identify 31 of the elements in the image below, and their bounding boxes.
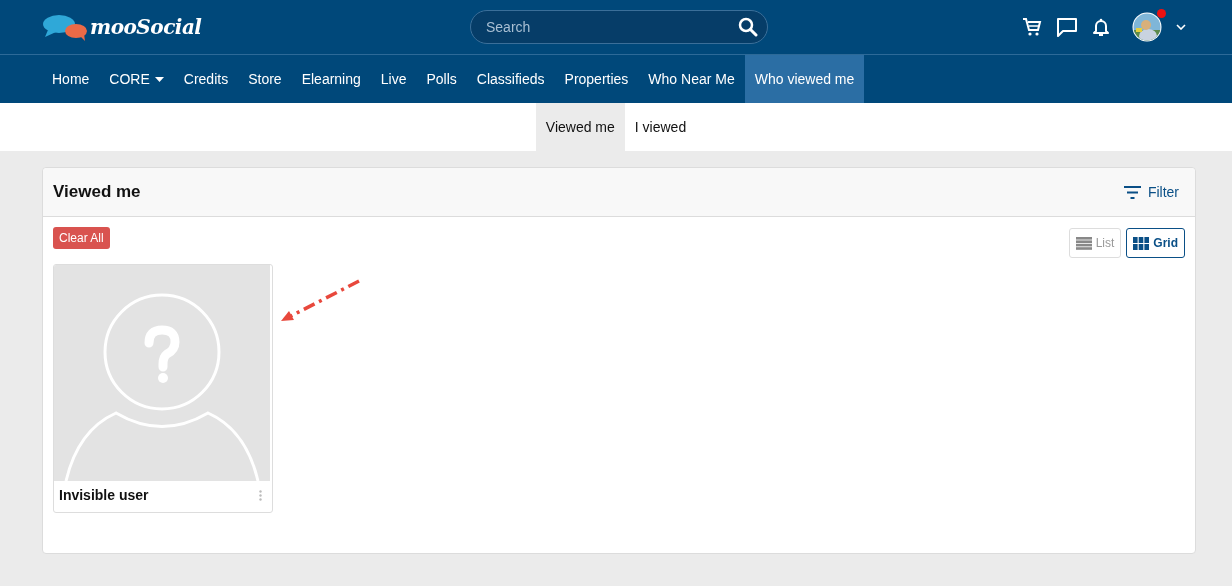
nav-item[interactable]: Who Near Me xyxy=(638,55,745,103)
nav-item[interactable]: Elearning xyxy=(291,55,371,103)
search-field[interactable]: Search xyxy=(470,10,768,44)
nav-item[interactable]: Store xyxy=(238,55,292,103)
nav-item[interactable]: Who viewed me xyxy=(744,55,865,103)
grid-icon xyxy=(1133,236,1150,250)
chat-icon[interactable] xyxy=(1056,17,1078,37)
chevron-down-icon[interactable] xyxy=(1176,24,1186,30)
chat-bubbles-icon xyxy=(42,13,88,41)
view-toggle[interactable]: Grid xyxy=(1126,228,1185,258)
panel-title: Viewed me xyxy=(53,182,141,202)
nav-item[interactable]: Properties xyxy=(554,55,639,103)
logo-text[interactable]: mooSocial xyxy=(90,15,202,39)
sub-tab[interactable]: I viewed xyxy=(624,103,697,151)
nav-item[interactable]: Home xyxy=(42,55,100,103)
list-icon xyxy=(1075,236,1092,250)
bell-icon[interactable] xyxy=(1092,17,1110,37)
user-card[interactable]: Invisible user xyxy=(53,264,273,513)
caret-icon xyxy=(154,76,164,82)
cart-icon[interactable] xyxy=(1022,17,1042,37)
sub-tab[interactable]: Viewed me xyxy=(535,103,625,151)
filter-icon xyxy=(1123,185,1141,199)
nav-item[interactable]: Polls xyxy=(416,55,467,103)
search-icon[interactable] xyxy=(738,17,758,37)
filter-button[interactable]: Filter xyxy=(1123,184,1179,200)
clear-all-button[interactable]: Clear All xyxy=(53,227,110,249)
nav-item[interactable]: Classifieds xyxy=(466,55,555,103)
user-name[interactable]: Invisible user xyxy=(59,487,149,503)
nav-item[interactable]: Live xyxy=(370,55,417,103)
nav-item[interactable]: Credits xyxy=(173,55,239,103)
nav-item[interactable]: CORE xyxy=(99,55,174,103)
